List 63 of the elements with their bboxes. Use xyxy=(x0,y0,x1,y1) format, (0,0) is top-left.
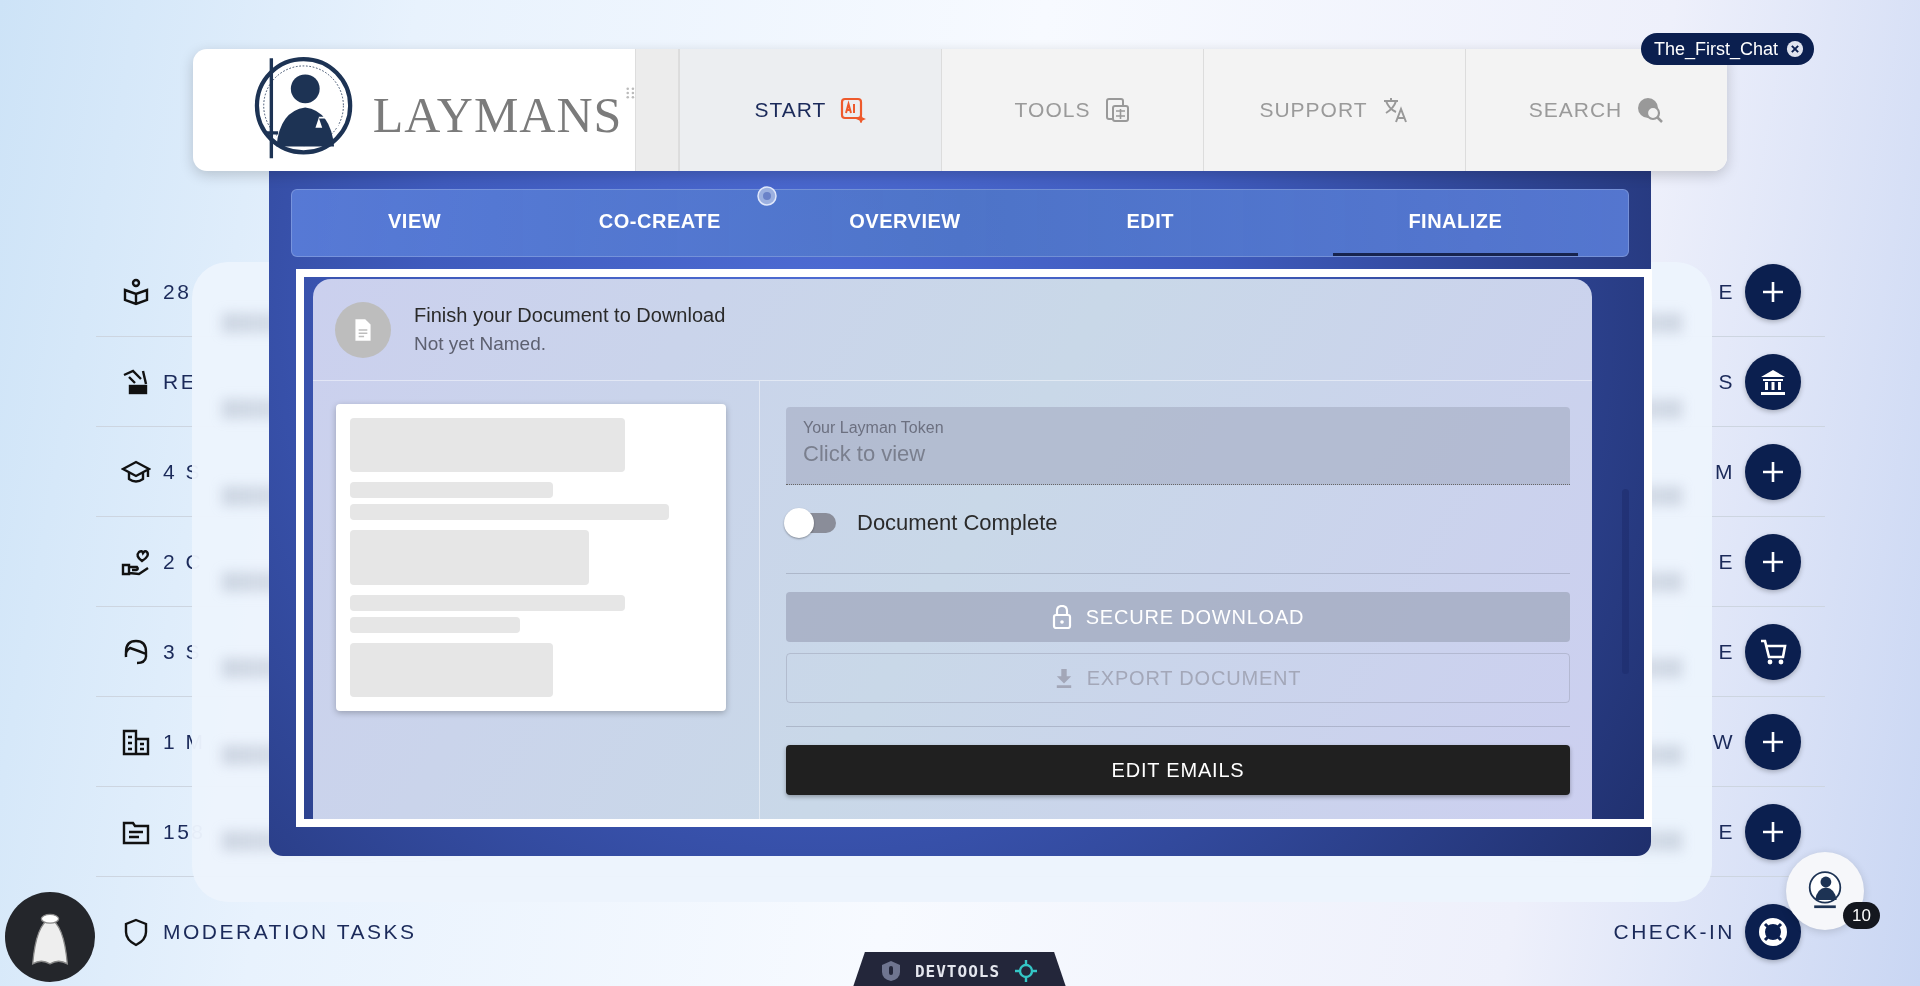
list-item-status: E xyxy=(1718,639,1735,664)
toggle-label: Document Complete xyxy=(857,510,1058,536)
list-item-status: W xyxy=(1712,729,1735,754)
moderation-tasks-label[interactable]: MODERATION TASKS xyxy=(163,920,417,944)
plus-icon xyxy=(1761,729,1785,754)
header-tab[interactable]: SUPPORT xyxy=(1203,49,1465,171)
add-button[interactable] xyxy=(1745,713,1801,770)
shield-badge-icon xyxy=(880,960,901,982)
check-in-label[interactable]: CHECK-IN xyxy=(1613,920,1735,944)
modal-tab[interactable]: EDIT xyxy=(1027,190,1273,256)
add-button[interactable] xyxy=(1745,263,1801,320)
devtools-tab[interactable]: DEVTOOLS xyxy=(852,952,1067,986)
token-field-label: Your Layman Token xyxy=(803,419,945,437)
close-icon[interactable] xyxy=(1786,40,1805,58)
download-icon xyxy=(1054,668,1073,688)
list-item-label: 28 xyxy=(163,279,192,304)
list-item-label: 3 S xyxy=(163,639,203,664)
check-in-button[interactable] xyxy=(1745,904,1801,960)
plus-icon xyxy=(1761,279,1785,304)
globe-search-icon xyxy=(1636,96,1665,124)
list-item-status: S xyxy=(1718,369,1735,394)
document-name: Not yet Named. xyxy=(414,333,547,355)
list-item-status: M xyxy=(1715,459,1735,484)
list-item-label: RE xyxy=(163,369,198,394)
drag-handle-icon[interactable] xyxy=(626,86,635,100)
crosshair-icon[interactable] xyxy=(1014,959,1039,983)
cart-button[interactable] xyxy=(1745,623,1801,680)
translate-icon xyxy=(1381,96,1410,124)
lifebuoy-icon xyxy=(1758,917,1788,947)
chat-chip[interactable]: The_First_Chat xyxy=(1641,33,1815,65)
list-item-status: E xyxy=(1718,279,1735,304)
bank-button[interactable] xyxy=(1745,353,1801,410)
token-field[interactable]: Click to view xyxy=(803,437,1553,467)
cart-icon xyxy=(1759,637,1787,666)
calculator-icon xyxy=(1104,97,1131,123)
lock-icon xyxy=(1051,605,1072,629)
plus-icon xyxy=(1761,549,1785,574)
modal-tab[interactable]: VIEW xyxy=(292,190,538,256)
list-item-label: 1 M xyxy=(163,729,206,754)
edit-emails-button[interactable]: EDIT EMAILS xyxy=(786,745,1570,795)
header-tab[interactable]: START xyxy=(679,49,941,171)
notification-count: 10 xyxy=(1843,902,1880,929)
logo-text: LAYMANS xyxy=(372,86,623,144)
plus-icon xyxy=(1761,459,1785,484)
modal-tab[interactable]: FINALIZE xyxy=(1332,190,1578,256)
list-item-label: 2 C xyxy=(163,549,204,574)
modal-tab[interactable]: CO-CREATE xyxy=(537,190,783,256)
add-button[interactable] xyxy=(1745,443,1801,500)
devtools-label: DEVTOOLS xyxy=(914,961,1001,981)
card-title: Finish your Document to Download xyxy=(414,304,726,327)
add-button[interactable] xyxy=(1745,803,1801,860)
bank-icon xyxy=(1759,367,1787,396)
seal-icon xyxy=(757,186,777,206)
ai-sparkle-icon xyxy=(840,97,867,123)
modal-tab[interactable]: OVERVIEW xyxy=(782,190,1028,256)
list-item-status: E xyxy=(1718,549,1735,574)
list-item-label: 4 S xyxy=(163,459,203,484)
header-tab[interactable]: TOOLS xyxy=(941,49,1203,171)
token-field-box[interactable]: Your Layman Token Click to view xyxy=(786,407,1570,485)
plus-icon xyxy=(1761,819,1785,844)
list-item-status: E xyxy=(1718,819,1735,844)
add-button[interactable] xyxy=(1745,533,1801,590)
reader-icon xyxy=(121,276,151,307)
